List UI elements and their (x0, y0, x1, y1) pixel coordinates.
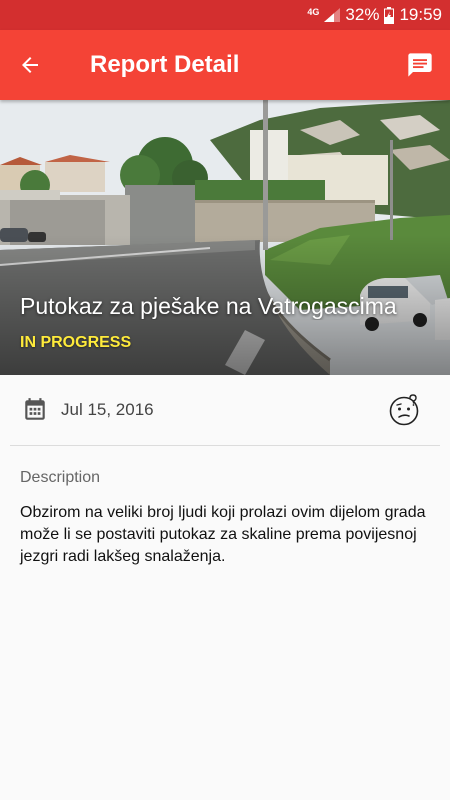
back-button[interactable] (0, 30, 60, 100)
battery-charging-icon (384, 6, 395, 24)
description-label: Description (20, 469, 101, 486)
page-title: Report Detail (90, 51, 240, 78)
network-type: 4G (307, 6, 320, 17)
status-bar: 4G 32% 19:59 (0, 0, 450, 30)
report-title: Putokaz za pješake na Vatrogascima (20, 293, 397, 319)
signal-icon (324, 8, 341, 22)
feedback-icon (408, 53, 432, 77)
status-badge: IN PROGRESS (20, 334, 132, 351)
arrow-back-icon (22, 57, 38, 73)
confused-face-icon (388, 394, 420, 426)
calendar-icon (22, 397, 48, 423)
description-text: Obzirom na veliki broj ljudi koji prolaz… (20, 504, 426, 565)
feedback-button[interactable] (390, 30, 450, 100)
battery-percent: 32% (345, 5, 380, 24)
report-photo: Putokaz za pješake na Vatrogascima IN PR… (0, 100, 450, 375)
app-bar: Report Detail (0, 30, 450, 100)
report-date: Jul 15, 2016 (61, 400, 154, 419)
clock: 19:59 (399, 5, 442, 24)
date-row: Jul 15, 2016 (10, 375, 440, 446)
